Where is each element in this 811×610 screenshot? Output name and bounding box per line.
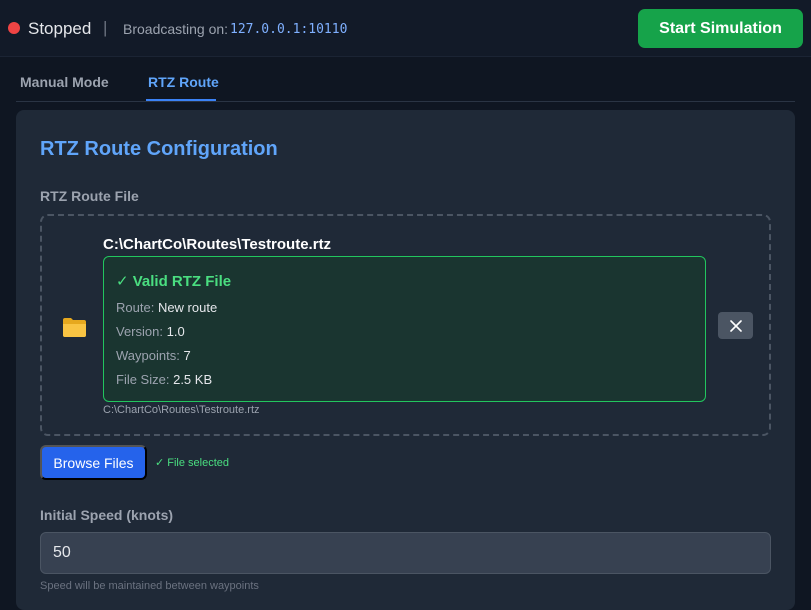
route-label: Route: [116, 300, 155, 315]
clear-file-button[interactable] [718, 312, 753, 339]
route-info: Route: New route [116, 300, 217, 315]
folder-icon [63, 318, 86, 337]
tab-divider [16, 101, 795, 102]
selected-file-path: C:\ChartCo\Routes\Testroute.rtz [103, 236, 332, 253]
tab-bar [0, 57, 811, 102]
file-size-info: File Size: 2.5 KB [116, 372, 212, 387]
speed-hint: Speed will be maintained between waypoin… [40, 580, 259, 592]
top-bar: Stopped | Broadcasting on: 127.0.0.1:101… [0, 0, 811, 57]
tab-manual-mode[interactable]: Manual Mode [20, 74, 109, 90]
initial-speed-label: Initial Speed (knots) [40, 507, 174, 523]
route-value: New route [157, 300, 218, 315]
file-size-value: 2.5 KB [173, 372, 213, 387]
browse-files-button[interactable]: Browse Files [40, 445, 147, 480]
waypoints-value: 7 [183, 348, 191, 363]
valid-file-status: ✓ Valid RTZ File [116, 273, 232, 290]
separator: | [103, 18, 108, 37]
rtz-file-label: RTZ Route File [40, 188, 139, 204]
file-size-label: File Size: [116, 372, 170, 387]
broadcast-address: 127.0.0.1:10110 [230, 22, 348, 37]
version-info: Version: 1.0 [116, 324, 185, 339]
initial-speed-input[interactable]: 50 [40, 532, 771, 574]
status-text: Stopped [28, 19, 92, 38]
start-simulation-button[interactable]: Start Simulation [638, 9, 803, 48]
panel-title: RTZ Route Configuration [40, 138, 278, 160]
status-indicator [8, 22, 20, 34]
broadcast-label: Broadcasting on: [123, 21, 229, 37]
version-value: 1.0 [166, 324, 185, 339]
waypoints-label: Waypoints: [116, 348, 180, 363]
close-icon [729, 319, 742, 332]
file-selected-status: ✓ File selected [155, 457, 230, 469]
version-label: Version: [116, 324, 163, 339]
tab-rtz-route[interactable]: RTZ Route [148, 74, 219, 90]
waypoints-info: Waypoints: 7 [116, 348, 191, 363]
active-tab-indicator [146, 99, 216, 101]
file-path-caption: C:\ChartCo\Routes\Testroute.rtz [103, 404, 260, 416]
